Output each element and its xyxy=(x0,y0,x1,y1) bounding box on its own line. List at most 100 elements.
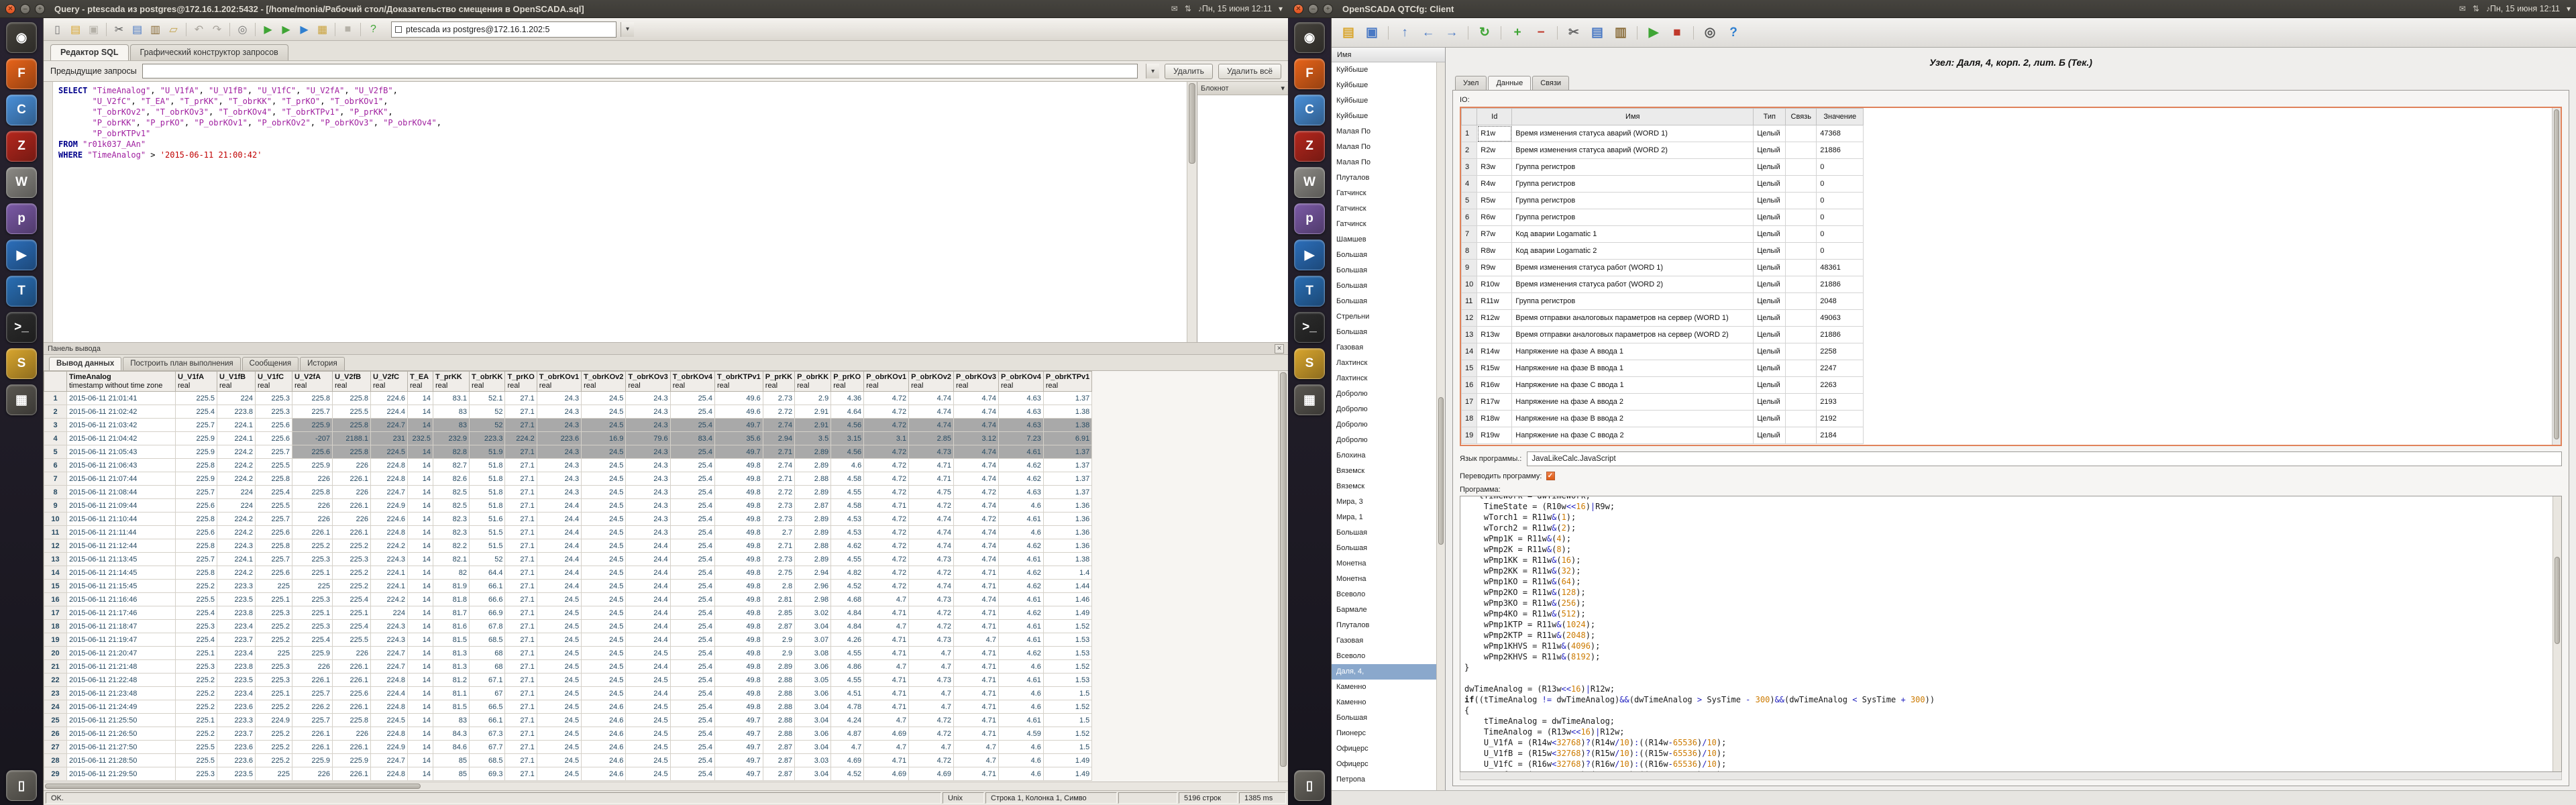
grid-cell[interactable]: 2.94 xyxy=(763,432,794,445)
launcher-filezilla-icon[interactable]: Z xyxy=(1294,131,1325,162)
io-cell-type[interactable]: Целый xyxy=(1754,310,1786,327)
io-cell-type[interactable]: Целый xyxy=(1754,293,1786,310)
launcher-openscada-icon[interactable]: S xyxy=(1294,348,1325,379)
grid-cell[interactable]: 226 xyxy=(333,486,371,499)
grid-cell[interactable]: 225.1 xyxy=(292,566,333,580)
grid-cell[interactable]: 49.8 xyxy=(714,633,763,647)
grid-cell[interactable]: 4.62 xyxy=(998,606,1043,620)
grid-row-number[interactable]: 11 xyxy=(44,526,67,539)
launcher-trash-icon[interactable]: ▯ xyxy=(1294,770,1325,801)
grid-cell[interactable]: 4.6 xyxy=(998,687,1043,700)
tree-item[interactable]: Бармале xyxy=(1332,602,1436,618)
grid-cell[interactable]: 4.7 xyxy=(909,660,954,674)
io-cell-link[interactable] xyxy=(1786,209,1817,226)
io-cell-value[interactable]: 2247 xyxy=(1817,360,1864,377)
grid-cell[interactable]: 2015-06-11 21:24:49 xyxy=(67,700,176,714)
grid-cell[interactable]: 49.8 xyxy=(714,580,763,593)
grid-cell[interactable]: 14 xyxy=(408,741,433,754)
grid-cell[interactable]: 225.6 xyxy=(256,432,292,445)
grid-cell[interactable]: 2.91 xyxy=(795,405,831,419)
grid-cell[interactable]: 225.8 xyxy=(333,419,371,432)
program-code-editor[interactable]: tTimeWork = dwTimeWork; TimeState = (R10… xyxy=(1460,496,2553,771)
grid-cell[interactable]: 4.7 xyxy=(864,660,909,674)
grid-cell[interactable]: 68 xyxy=(470,660,505,674)
grid-cell[interactable]: 231 xyxy=(371,432,408,445)
grid-column-header[interactable]: T_obrKOv1real xyxy=(537,372,581,392)
grid-cell[interactable]: 83 xyxy=(433,714,470,727)
grid-cell[interactable]: 4.72 xyxy=(864,459,909,472)
tree-scrollbar[interactable] xyxy=(1436,62,1445,790)
grid-cell[interactable]: 66.1 xyxy=(470,714,505,727)
grid-column-header[interactable]: P_obrKOv3real xyxy=(954,372,999,392)
connection-combo-arrow-icon[interactable]: ▾ xyxy=(621,22,634,37)
grid-cell[interactable]: 224.2 xyxy=(217,472,256,486)
grid-cell[interactable]: 2015-06-11 21:02:42 xyxy=(67,405,176,419)
grid-cell[interactable]: 225.1 xyxy=(176,714,217,727)
grid-cell[interactable]: 2015-06-11 21:11:44 xyxy=(67,526,176,539)
grid-cell[interactable]: 225.8 xyxy=(292,392,333,405)
grid-column-header[interactable]: T_obrKOv4real xyxy=(670,372,714,392)
io-cell-type[interactable]: Целый xyxy=(1754,125,1786,142)
io-cell-type[interactable]: Целый xyxy=(1754,360,1786,377)
grid-cell[interactable]: 1.38 xyxy=(1043,553,1091,566)
grid-cell[interactable]: 25.4 xyxy=(670,539,714,553)
grid-cell[interactable]: 25.4 xyxy=(670,472,714,486)
grid-cell[interactable]: 1.49 xyxy=(1043,754,1091,767)
io-cell-name[interactable]: Время изменения статуса работ (WORD 2) xyxy=(1512,276,1754,293)
grid-cell[interactable]: 4.59 xyxy=(998,727,1043,741)
grid-cell[interactable]: 24.5 xyxy=(582,687,626,700)
tree-item[interactable]: Большая xyxy=(1332,710,1436,726)
grid-row-number[interactable]: 8 xyxy=(44,486,67,499)
grid-cell[interactable]: 224.2 xyxy=(217,526,256,539)
io-cell-link[interactable] xyxy=(1786,260,1817,276)
grid-cell[interactable]: 224.2 xyxy=(217,566,256,580)
grid-cell[interactable]: 14 xyxy=(408,499,433,513)
grid-cell[interactable]: 226.1 xyxy=(333,660,371,674)
grid-cell[interactable]: 225.6 xyxy=(176,499,217,513)
grid-cell[interactable]: 4.58 xyxy=(831,472,864,486)
grid-cell[interactable]: 4.71 xyxy=(864,754,909,767)
grid-cell[interactable]: 224 xyxy=(217,486,256,499)
io-cell-link[interactable] xyxy=(1786,360,1817,377)
grid-cell[interactable]: 14 xyxy=(408,405,433,419)
grid-cell[interactable]: 1.37 xyxy=(1043,392,1091,405)
launcher-media-player-icon[interactable]: ▶ xyxy=(6,239,37,270)
grid-cell[interactable]: 4.61 xyxy=(998,620,1043,633)
output-panel-close-icon[interactable]: ✕ xyxy=(1275,344,1284,354)
io-cell-link[interactable] xyxy=(1786,394,1817,411)
grid-cell[interactable]: 24.5 xyxy=(537,606,581,620)
grid-cell[interactable]: 14 xyxy=(408,539,433,553)
launcher-thunderbird-icon[interactable]: T xyxy=(6,276,37,307)
grid-cell[interactable]: 4.74 xyxy=(909,539,954,553)
grid-cell[interactable]: 2015-06-11 21:22:48 xyxy=(67,674,176,687)
grid-cell[interactable]: 224.7 xyxy=(371,419,408,432)
grid-cell[interactable]: 2015-06-11 21:17:46 xyxy=(67,606,176,620)
tree-item[interactable]: Большая xyxy=(1332,294,1436,309)
grid-cell[interactable]: 4.61 xyxy=(998,633,1043,647)
io-cell-type[interactable]: Целый xyxy=(1754,243,1786,260)
tree-item[interactable]: Малая По xyxy=(1332,155,1436,170)
tree-item[interactable]: Монетна xyxy=(1332,572,1436,587)
grid-cell[interactable]: 24.3 xyxy=(537,486,581,499)
io-cell-type[interactable]: Целый xyxy=(1754,176,1786,193)
io-cell-name[interactable]: Код аварии Logamatic 2 xyxy=(1512,243,1754,260)
io-cell-name[interactable]: Время отправки аналоговых параметров на … xyxy=(1512,310,1754,327)
grid-cell[interactable]: 49.8 xyxy=(714,647,763,660)
grid-row-number[interactable]: 27 xyxy=(44,741,67,754)
grid-cell[interactable]: 224.3 xyxy=(371,633,408,647)
tree-item[interactable]: Всеволо xyxy=(1332,649,1436,664)
grid-cell[interactable]: 3.06 xyxy=(795,687,831,700)
grid-cell[interactable]: 2.73 xyxy=(763,553,794,566)
grid-cell[interactable]: 4.74 xyxy=(954,445,999,459)
io-cell-link[interactable] xyxy=(1786,327,1817,343)
grid-cell[interactable]: 14 xyxy=(408,700,433,714)
grid-cell[interactable]: 81.8 xyxy=(433,593,470,606)
grid-cell[interactable]: 24.5 xyxy=(582,674,626,687)
grid-cell[interactable]: 81.3 xyxy=(433,647,470,660)
grid-cell[interactable]: 224.4 xyxy=(371,405,408,419)
grid-cell[interactable]: 49.8 xyxy=(714,700,763,714)
grid-cell[interactable]: 49.8 xyxy=(714,513,763,526)
session-menu-icon[interactable]: ▾ xyxy=(2567,4,2571,13)
grid-cell[interactable]: 223.4 xyxy=(217,647,256,660)
launcher-filezilla-icon[interactable]: Z xyxy=(6,131,37,162)
